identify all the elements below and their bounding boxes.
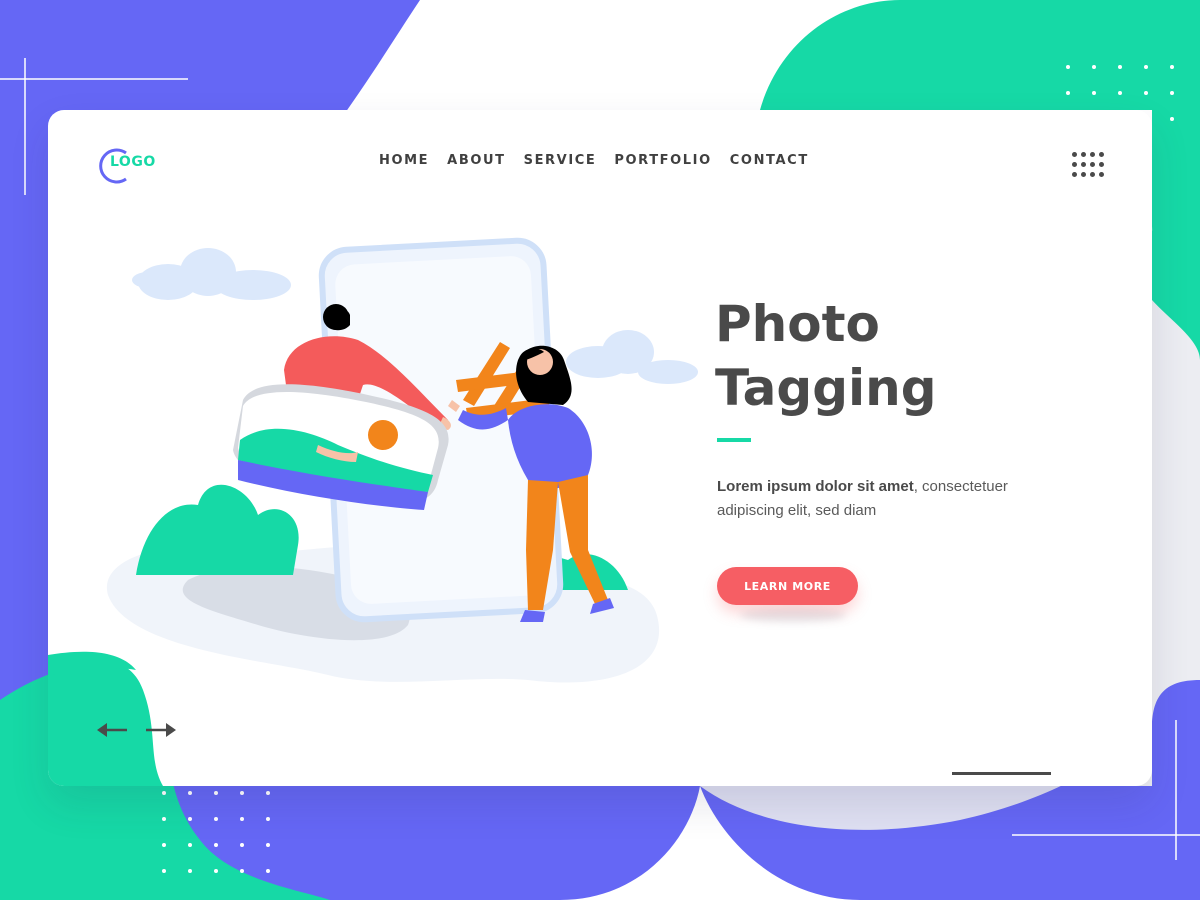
bush-left [136,484,299,575]
hero-title-line2: Tagging [715,359,937,417]
cta-shadow [740,608,846,622]
hero-description-bold: Lorem ipsum dolor sit amet [717,478,914,495]
arrow-left-icon[interactable] [95,718,129,742]
arrow-right-icon[interactable] [144,718,178,742]
nav-portfolio[interactable]: PORTFOLIO [614,153,711,168]
nav-service[interactable]: SERVICE [524,153,597,168]
hero-title-line1: Photo [715,295,880,353]
hero-description: Lorem ipsum dolor sit amet, consectetuer… [717,475,1047,523]
learn-more-button[interactable]: LEARN MORE [717,567,858,605]
nav-about[interactable]: ABOUT [447,153,505,168]
landing-card: LOGO HOME ABOUT SERVICE PORTFOLIO CONTAC… [48,110,1152,786]
photo-tagging-illustration [106,237,698,683]
nav-contact[interactable]: CONTACT [730,153,809,168]
title-accent-bar [717,438,751,442]
logo[interactable]: LOGO [96,146,160,184]
main-nav: HOME ABOUT SERVICE PORTFOLIO CONTACT [379,153,809,168]
grid-menu-icon[interactable] [1072,152,1106,180]
nav-home[interactable]: HOME [379,153,429,168]
cloud-left [132,248,291,300]
cloud-right [566,330,698,384]
slide-progress-bar [952,772,1051,775]
hero-title: Photo Tagging [715,292,1035,420]
logo-text: LOGO [110,154,156,170]
